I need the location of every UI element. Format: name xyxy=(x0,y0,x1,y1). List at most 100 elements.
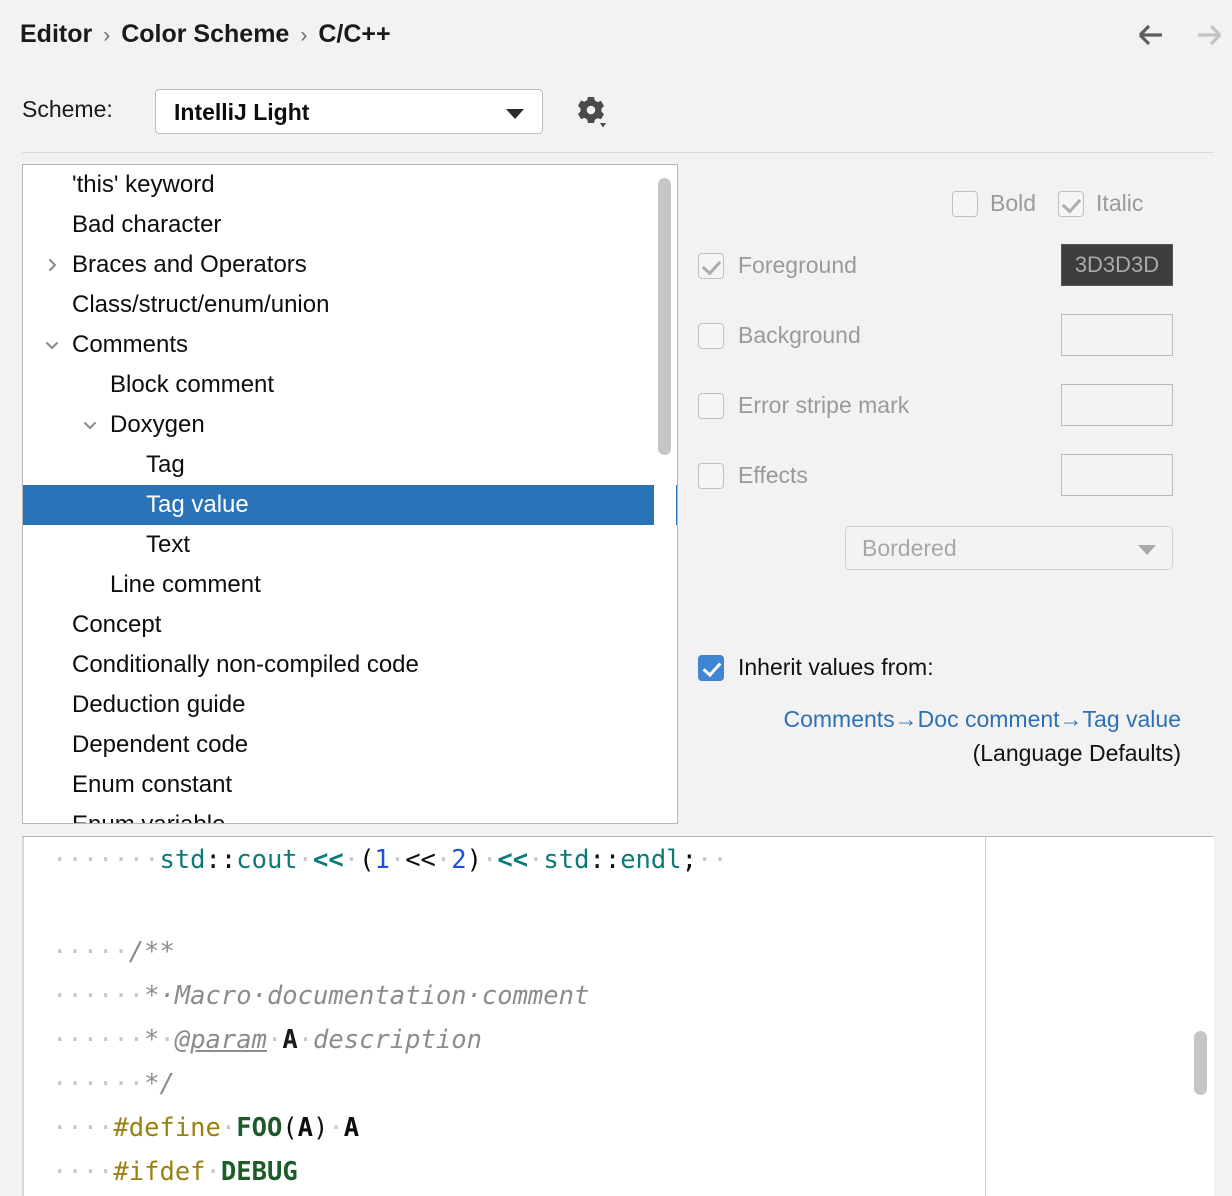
chevron-right-icon[interactable] xyxy=(42,255,62,275)
checkbox-bold-box[interactable] xyxy=(952,191,978,217)
code-token: */ xyxy=(144,1069,175,1099)
preview-scrollbar-thumb[interactable] xyxy=(1194,1031,1207,1095)
code-token: · xyxy=(298,1025,313,1055)
code-token: · xyxy=(344,845,359,875)
gear-icon[interactable] xyxy=(573,94,609,130)
row-effects[interactable]: Effects xyxy=(698,462,808,489)
tree-item[interactable]: Class/struct/enum/union xyxy=(23,285,677,325)
code-token: std xyxy=(159,845,205,875)
tree-item-label: Concept xyxy=(72,611,161,639)
checkbox-bold[interactable]: Bold xyxy=(952,190,1036,217)
breadcrumb-item-editor[interactable]: Editor xyxy=(20,20,92,49)
code-token: · xyxy=(482,845,497,875)
code-token: /** xyxy=(129,937,175,967)
code-token: << xyxy=(497,845,528,875)
tree-item-label: Dependent code xyxy=(72,731,248,759)
code-token: · xyxy=(390,845,405,875)
tree-item-label: 'this' keyword xyxy=(72,171,215,199)
code-token: ·· xyxy=(697,845,728,875)
code-token: · xyxy=(206,1157,221,1187)
code-token: 1 xyxy=(374,845,389,875)
code-token: *·Macro·documentation·comment xyxy=(144,981,589,1011)
swatch-effects[interactable] xyxy=(1061,454,1173,496)
checkbox-background-box[interactable] xyxy=(698,323,724,349)
scheme-select[interactable]: IntelliJ Light xyxy=(155,89,543,134)
tree-item-label: Tag value xyxy=(146,491,249,519)
tree-item[interactable]: Line comment xyxy=(23,565,677,605)
color-settings-tree[interactable]: 'this' keyword Bad character Braces and Op… xyxy=(22,164,678,824)
tree-item[interactable]: Tag xyxy=(23,445,677,485)
code-line: ······*·Macro·documentation·comment xyxy=(52,981,589,1011)
arrow-right-icon xyxy=(1190,18,1224,52)
tree-item-label: Text xyxy=(146,531,190,559)
tree-item-selected[interactable]: Tag value xyxy=(23,485,677,525)
code-token: DEBUG xyxy=(221,1157,298,1187)
tree-item-label: Conditionally non-compiled code xyxy=(72,651,419,679)
code-line: ······*/ xyxy=(52,1069,175,1099)
scheme-row: Scheme: IntelliJ Light xyxy=(0,74,1232,154)
tree-item[interactable]: Braces and Operators xyxy=(23,245,677,285)
checkbox-italic-box[interactable] xyxy=(1058,191,1084,217)
tree-item-label: Bad character xyxy=(72,211,221,239)
row-background[interactable]: Background xyxy=(698,322,861,349)
row-error-stripe-mark[interactable]: Error stripe mark xyxy=(698,392,909,419)
effects-type-value: Bordered xyxy=(862,535,957,562)
code-token: ······· xyxy=(52,845,159,875)
code-preview[interactable]: ·······std::cout·<<·(1·<<·2)·<<·std::end… xyxy=(22,836,1214,1196)
tree-item-label: Braces and Operators xyxy=(72,251,307,279)
code-token: :: xyxy=(589,845,620,875)
code-token: ···· xyxy=(52,1113,113,1143)
inherit-source-link[interactable]: Comments→Doc comment→Tag value xyxy=(698,706,1181,733)
row-inherit-values[interactable]: Inherit values from: xyxy=(698,654,934,681)
code-token: · xyxy=(159,1025,174,1055)
code-token: #define xyxy=(113,1113,220,1143)
code-token: ···· xyxy=(52,1157,113,1187)
code-line: ·····/** xyxy=(52,937,175,967)
effects-type-select[interactable]: Bordered xyxy=(845,526,1173,570)
tree-item[interactable]: Concept xyxy=(23,605,677,645)
code-token: · xyxy=(298,845,313,875)
tree-scrollbar[interactable] xyxy=(654,166,676,824)
tree-item[interactable]: Text xyxy=(23,525,677,565)
row-foreground[interactable]: Foreground xyxy=(698,252,857,279)
checkbox-error-stripe-mark-box[interactable] xyxy=(698,393,724,419)
swatch-background[interactable] xyxy=(1061,314,1173,356)
checkbox-inherit-values-box[interactable] xyxy=(698,655,724,681)
tree-item[interactable]: Comments xyxy=(23,325,677,365)
chevron-down-icon[interactable] xyxy=(80,415,100,435)
code-token: #ifdef xyxy=(113,1157,205,1187)
preview-divider xyxy=(985,837,986,1196)
tree-item[interactable]: Deduction guide xyxy=(23,685,677,725)
tree-item[interactable]: Bad character xyxy=(23,205,677,245)
code-token: FOO xyxy=(236,1113,282,1143)
preview-left-edge xyxy=(22,837,24,1196)
tree-scrollbar-thumb[interactable] xyxy=(658,178,671,455)
code-token: ······ xyxy=(52,981,144,1011)
checkbox-effects-box[interactable] xyxy=(698,463,724,489)
swatch-foreground[interactable]: 3D3D3D xyxy=(1061,244,1173,286)
checkbox-foreground-label: Foreground xyxy=(738,252,857,279)
code-token: ( xyxy=(282,1113,297,1143)
scheme-select-value: IntelliJ Light xyxy=(174,99,309,126)
checkbox-italic[interactable]: Italic xyxy=(1058,190,1143,217)
chevron-down-icon[interactable] xyxy=(42,335,62,355)
tree-item[interactable]: Conditionally non-compiled code xyxy=(23,645,677,685)
code-token: ; xyxy=(682,845,697,875)
tree-item[interactable]: Doxygen xyxy=(23,405,677,445)
breadcrumb-item-cpp: C/C++ xyxy=(318,20,390,49)
breadcrumb-item-color-scheme[interactable]: Color Scheme xyxy=(121,20,289,49)
tree-item[interactable]: Enum variable xyxy=(23,805,677,824)
checkbox-background-label: Background xyxy=(738,322,861,349)
breadcrumb-separator: › xyxy=(300,24,307,48)
tree-item[interactable]: Block comment xyxy=(23,365,677,405)
tree-item-label: Enum constant xyxy=(72,771,232,799)
attributes-panel: Bold Italic Foreground 3D3D3D Background… xyxy=(690,164,1215,824)
tree-item[interactable]: Enum constant xyxy=(23,765,677,805)
tree-item-label: Deduction guide xyxy=(72,691,245,719)
tree-item[interactable]: Dependent code xyxy=(23,725,677,765)
code-line: ····#define·FOO(A)·A xyxy=(52,1113,359,1143)
arrow-left-icon[interactable] xyxy=(1136,18,1170,52)
swatch-error-stripe-mark[interactable] xyxy=(1061,384,1173,426)
checkbox-foreground-box[interactable] xyxy=(698,253,724,279)
tree-item[interactable]: 'this' keyword xyxy=(23,165,677,205)
